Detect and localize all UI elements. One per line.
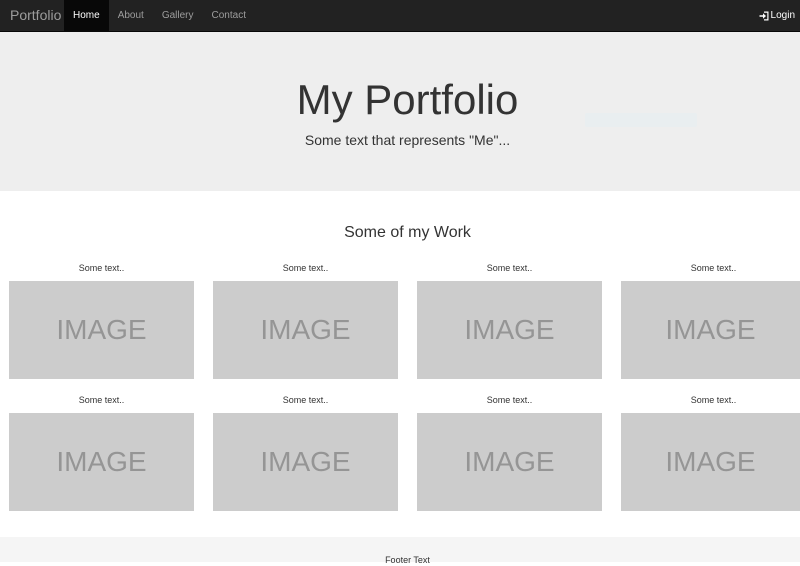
brand-link[interactable]: Portfolio [10, 0, 61, 31]
work-card: Some text.. IMAGE [621, 393, 800, 511]
top-navbar: Portfolio Home About Gallery Contact Log… [0, 0, 800, 32]
nav-item-about[interactable]: About [109, 0, 153, 31]
work-card-image[interactable]: IMAGE [417, 281, 602, 379]
login-link[interactable]: Login [759, 0, 795, 31]
faint-overlay [585, 113, 697, 127]
work-card-image[interactable]: IMAGE [621, 281, 800, 379]
work-card-image[interactable]: IMAGE [417, 413, 602, 511]
work-card: Some text.. IMAGE [9, 393, 194, 511]
page-footer: Footer Text [0, 537, 800, 565]
nav-item-contact[interactable]: Contact [203, 0, 255, 31]
hero-subtitle: Some text that represents "Me"... [304, 132, 511, 148]
work-card: Some text.. IMAGE [9, 261, 194, 379]
work-card-caption: Some text.. [78, 395, 125, 405]
work-card-caption: Some text.. [282, 395, 329, 405]
work-card-caption: Some text.. [282, 263, 329, 273]
work-card-image[interactable]: IMAGE [9, 413, 194, 511]
nav-menu: Home About Gallery Contact [64, 0, 255, 31]
work-card-caption: Some text.. [486, 263, 533, 273]
work-card: Some text.. IMAGE [417, 393, 602, 511]
nav-item-gallery[interactable]: Gallery [153, 0, 203, 31]
work-card: Some text.. IMAGE [213, 393, 398, 511]
work-card-caption: Some text.. [486, 395, 533, 405]
work-card: Some text.. IMAGE [621, 261, 800, 379]
work-card-image[interactable]: IMAGE [621, 413, 800, 511]
login-label: Login [770, 10, 795, 21]
log-in-icon [759, 11, 769, 20]
work-card: Some text.. IMAGE [417, 261, 602, 379]
nav-item-home[interactable]: Home [64, 0, 109, 31]
work-card-caption: Some text.. [78, 263, 125, 273]
work-card: Some text.. IMAGE [213, 261, 398, 379]
hero-section: My Portfolio Some text that represents "… [0, 32, 800, 191]
work-section-title: Some of my Work [344, 224, 471, 241]
work-card-caption: Some text.. [690, 263, 737, 273]
work-card-image[interactable]: IMAGE [213, 281, 398, 379]
work-card-caption: Some text.. [690, 395, 737, 405]
work-card-image[interactable]: IMAGE [9, 281, 194, 379]
work-card-image[interactable]: IMAGE [213, 413, 398, 511]
footer-text: Footer Text [385, 555, 430, 565]
